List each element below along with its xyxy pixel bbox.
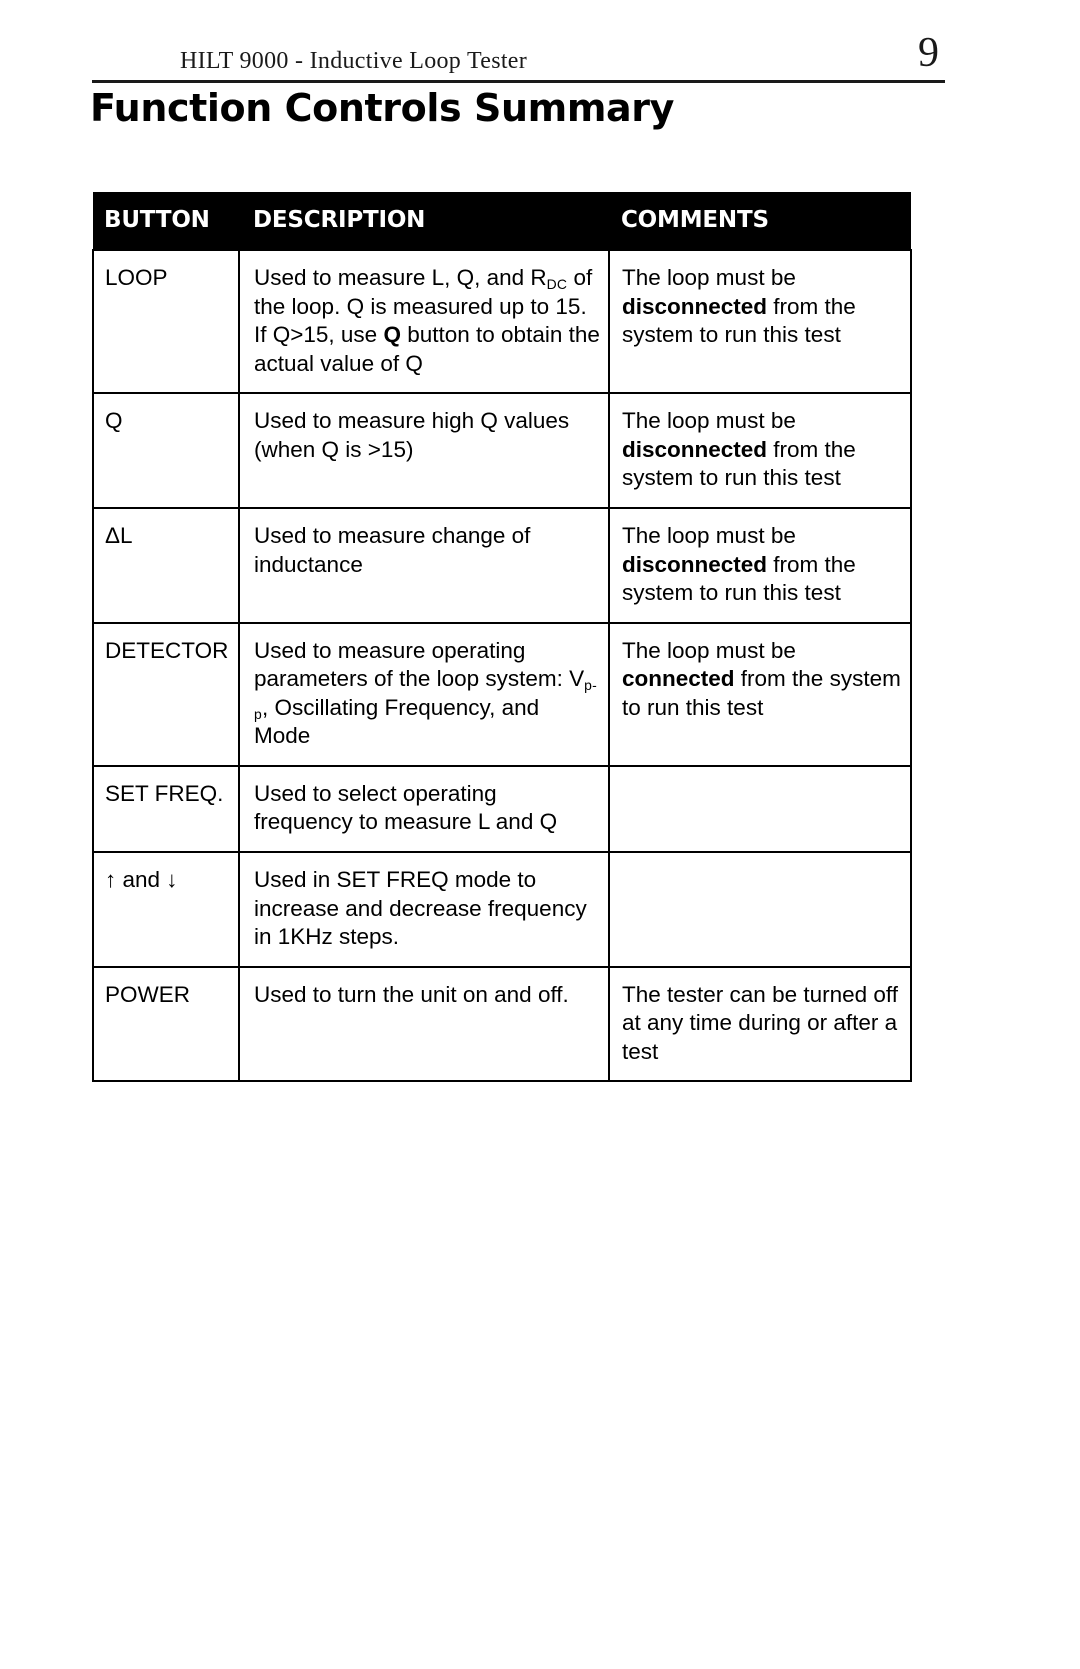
table-row: ΔL Used to measure change of inductance Th… <box>92 506 912 624</box>
cell-comments: The loop must be disconnected from the s… <box>608 248 912 395</box>
cell-button-name: ΔL <box>92 506 240 624</box>
page-title: Function Controls Summary <box>90 86 674 130</box>
cell-button-name: Q <box>92 392 240 509</box>
function-controls-table-container: BUTTON DESCRIPTION COMMENTS LOOP Used to … <box>92 192 912 1083</box>
cell-button-name: LOOP <box>92 248 240 395</box>
cell-description: Used to measure L, Q, and RDC of the loo… <box>238 248 610 395</box>
page-number: 9 <box>918 30 939 76</box>
document-title: HILT 9000 - Inductive Loop Tester <box>180 48 528 74</box>
header-divider <box>92 80 945 83</box>
column-header-description: DESCRIPTION <box>239 192 609 250</box>
cell-description: Used to turn the unit on and off. <box>238 965 610 1083</box>
document-page: HILT 9000 - Inductive Loop Tester 9 Func… <box>0 0 1080 1669</box>
cell-comments <box>608 764 912 854</box>
column-header-button: BUTTON <box>93 192 239 250</box>
cell-button-name: DETECTOR <box>92 621 240 767</box>
column-header-comments: COMMENTS <box>609 192 911 250</box>
table-header: BUTTON DESCRIPTION COMMENTS <box>93 192 911 250</box>
cell-comments: The loop must be connected from the syst… <box>608 621 912 767</box>
table-row: POWER Used to turn the unit on and off. Th… <box>92 965 912 1083</box>
cell-button-name: SET FREQ. <box>92 764 240 854</box>
table-row: LOOP Used to measure L, Q, and RDC of the… <box>92 248 912 395</box>
cell-comments: The tester can be turned off at any time… <box>608 965 912 1083</box>
cell-description: Used to measure operating parameters of … <box>238 621 610 767</box>
table-row: Q Used to measure high Q values (when Q i… <box>92 392 912 509</box>
cell-button-name: ↑ and ↓ <box>92 851 240 968</box>
table-body: LOOP Used to measure L, Q, and RDC of the… <box>92 248 912 1083</box>
table-row: SET FREQ. Used to select operating freque… <box>92 764 912 854</box>
cell-comments <box>608 851 912 968</box>
function-controls-table: BUTTON DESCRIPTION COMMENTS LOOP Used to … <box>92 192 912 1083</box>
table-row: ↑ and ↓ Used in SET FREQ mode to increase… <box>92 851 912 968</box>
table-header-row: BUTTON DESCRIPTION COMMENTS <box>93 192 911 250</box>
cell-button-name: POWER <box>92 965 240 1083</box>
cell-description: Used to measure high Q values (when Q is… <box>238 392 610 509</box>
cell-comments: The loop must be disconnected from the s… <box>608 392 912 509</box>
cell-comments: The loop must be disconnected from the s… <box>608 506 912 624</box>
cell-description: Used in SET FREQ mode to increase and de… <box>238 851 610 968</box>
cell-description: Used to measure change of inductance <box>238 506 610 624</box>
cell-description: Used to select operating frequency to me… <box>238 764 610 854</box>
table-row: DETECTOR Used to measure operating parame… <box>92 621 912 767</box>
